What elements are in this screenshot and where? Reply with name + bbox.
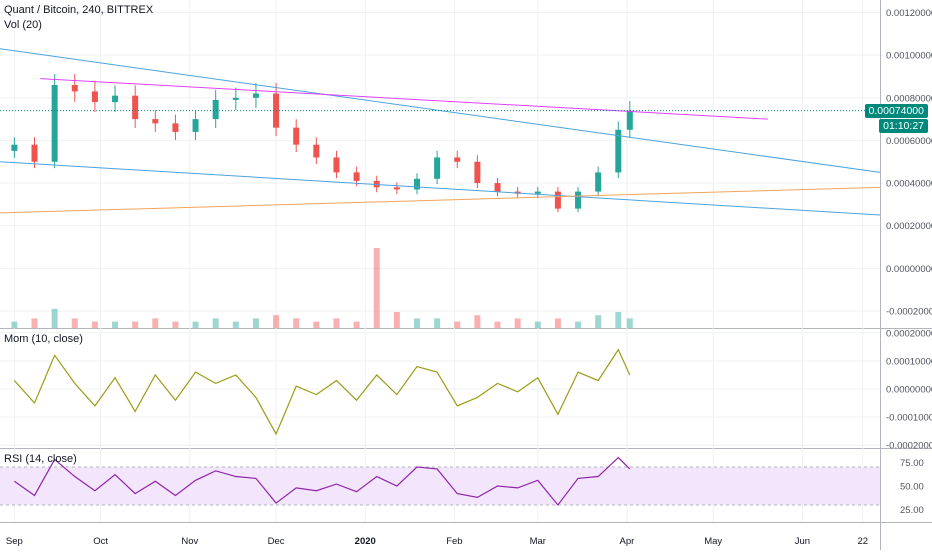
mom-tick-label: -0.00010000	[886, 413, 932, 424]
volume-bar	[31, 318, 38, 328]
candle-body	[71, 85, 78, 92]
volume-bar	[333, 318, 340, 328]
y-tick-label: 0.00060000	[886, 136, 932, 147]
x-tick-label: Nov	[181, 536, 198, 547]
volume-bar	[454, 321, 461, 328]
volume-bar	[232, 321, 239, 328]
mom-tick-label: -0.00020000	[886, 441, 932, 452]
x-tick-label: 2020	[355, 536, 376, 547]
x-tick-label: Oct	[93, 536, 108, 547]
candle-body	[152, 119, 159, 124]
y-tick-label: 0.00020000	[886, 221, 932, 232]
volume-bar	[112, 321, 119, 328]
volume-bar	[132, 321, 139, 328]
candle-body	[626, 110, 633, 130]
volume-bar	[434, 318, 441, 328]
y-tick-label: 0.00000000	[886, 264, 932, 275]
mom-tick-label: 0.00010000	[886, 356, 932, 367]
x-tick-label: Sep	[6, 536, 23, 547]
candle-body	[91, 91, 98, 103]
rsi-tick-label: 25.00	[900, 505, 924, 516]
candle-body	[252, 93, 259, 98]
x-tick-label: Feb	[446, 536, 462, 547]
candle-body	[313, 144, 320, 158]
volume-bar	[494, 321, 501, 328]
volume-bar	[373, 248, 380, 328]
x-tick-label: Dec	[268, 536, 285, 547]
candle-body	[232, 97, 239, 100]
x-tick-label: May	[704, 536, 722, 547]
volume-bar	[313, 321, 320, 328]
candle-body	[353, 172, 360, 181]
x-tick-label: Jun	[795, 536, 810, 547]
volume-bar	[413, 318, 420, 328]
x-tick-label: 22	[857, 536, 868, 547]
volume-bar	[11, 321, 18, 328]
chart-canvas[interactable]: Sep Oct Nov Dec 2020 Feb Mar Apr May Jun 22 0.00120…	[0, 0, 932, 550]
volume-bar	[51, 308, 58, 328]
rsi-legend[interactable]: RSI (14, close)	[4, 453, 77, 465]
x-tick-label: Mar	[530, 536, 546, 547]
candle-body	[534, 191, 541, 194]
candle-body	[212, 99, 219, 120]
candle-body	[575, 191, 582, 209]
candle-body	[51, 85, 58, 162]
volume-legend[interactable]: Vol (20)	[4, 19, 42, 31]
candle-body	[393, 187, 400, 190]
rsi-tick-label: 50.00	[900, 482, 924, 493]
volume-bar	[273, 315, 280, 328]
candle-body	[494, 183, 501, 192]
mom-tick-label: 0.00020000	[886, 328, 932, 339]
volume-bar	[626, 318, 633, 328]
volume-bar	[71, 318, 78, 328]
candle-body	[595, 172, 602, 192]
volume-bar	[474, 315, 481, 328]
volume-bar	[575, 321, 582, 328]
y-tick-label: 0.00120000	[886, 8, 932, 19]
candle-body	[474, 161, 481, 184]
y-tick-label: 0.00080000	[886, 93, 932, 104]
volume-bar	[393, 312, 400, 328]
volume-bar	[615, 312, 622, 328]
candle-body	[31, 144, 38, 162]
candle-body	[293, 127, 300, 145]
candle-body	[11, 144, 18, 151]
momentum-legend[interactable]: Mom (10, close)	[4, 333, 83, 345]
volume-bar	[293, 318, 300, 328]
volume-bar	[595, 315, 602, 328]
symbol-legend[interactable]: Quant / Bitcoin, 240, BITTREX	[4, 4, 153, 16]
volume-bar	[212, 318, 219, 328]
volume-bar	[534, 321, 541, 328]
volume-bar	[152, 318, 159, 328]
countdown-tag: 01:10:27	[879, 118, 928, 133]
candle-body	[333, 157, 340, 173]
candle-body	[192, 119, 199, 132]
y-tick-label: -0.00020000	[886, 306, 932, 317]
trading-chart[interactable]: Sep Oct Nov Dec 2020 Feb Mar Apr May Jun 22 0.00120…	[0, 0, 932, 550]
volume-bar	[353, 321, 360, 328]
candle-body	[172, 123, 179, 132]
last-price-tag: 0.00074000	[864, 103, 928, 118]
mom-tick-label: 0.00000000	[886, 385, 932, 396]
y-tick-label: 0.00040000	[886, 179, 932, 190]
volume-bar	[252, 318, 259, 328]
candle-body	[132, 95, 139, 120]
volume-bar	[554, 318, 561, 328]
candle-body	[554, 191, 561, 209]
y-tick-label: 0.00100000	[886, 51, 932, 62]
candle-body	[434, 157, 441, 179]
volume-bar	[172, 321, 179, 328]
volume-bar	[514, 318, 521, 328]
rsi-tick-label: 75.00	[900, 458, 924, 469]
candle-body	[454, 157, 461, 162]
volume-bar	[91, 321, 98, 328]
candle-body	[112, 95, 119, 103]
volume-bar	[192, 321, 199, 328]
candle-body	[413, 178, 420, 190]
x-tick-label: Apr	[620, 536, 635, 547]
